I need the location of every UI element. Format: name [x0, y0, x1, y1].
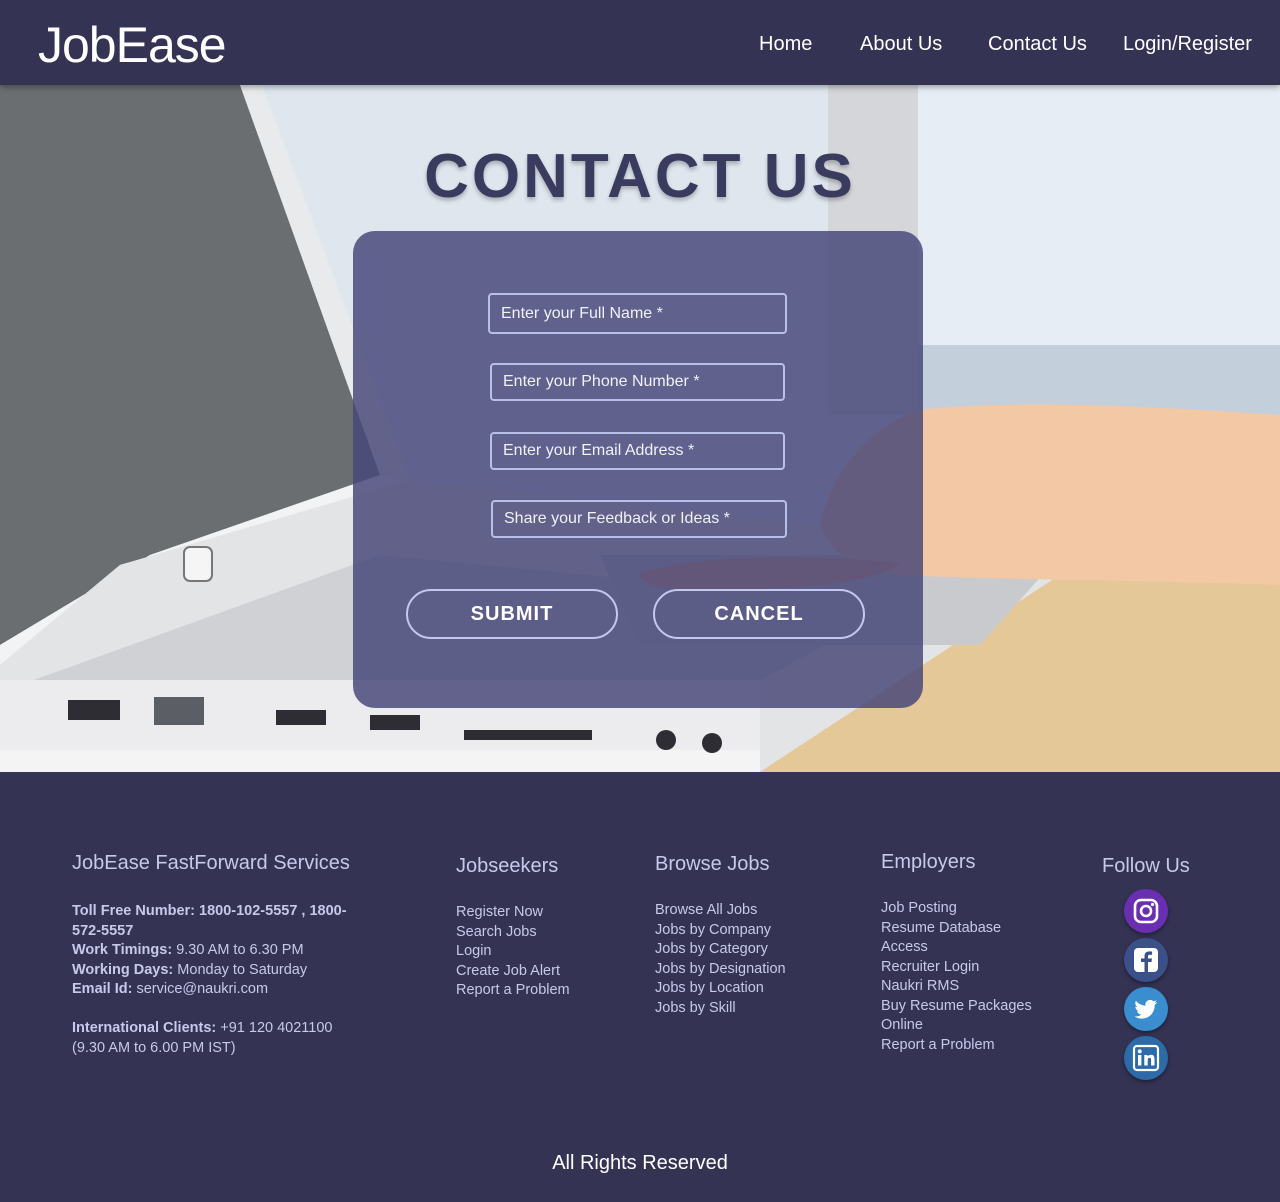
twitter-icon[interactable]	[1124, 987, 1168, 1031]
email-id-value[interactable]: service@naukri.com	[136, 981, 268, 997]
cancel-button[interactable]: CANCEL	[653, 589, 865, 639]
link-resume-database-access[interactable]: Resume Database Access	[881, 919, 1051, 958]
working-days-label: Working Days:	[72, 961, 174, 978]
feedback-input[interactable]	[491, 500, 787, 538]
link-jobs-by-designation[interactable]: Jobs by Designation	[655, 960, 786, 980]
facebook-icon[interactable]	[1124, 938, 1168, 982]
nav-about-us[interactable]: About Us	[860, 33, 942, 56]
link-report-problem-employers[interactable]: Report a Problem	[881, 1036, 1051, 1056]
jobseekers-links: Register Now Search Jobs Login Create Jo…	[456, 903, 570, 1001]
link-jobs-by-company[interactable]: Jobs by Company	[655, 921, 786, 941]
link-create-job-alert[interactable]: Create Job Alert	[456, 962, 570, 982]
link-jobs-by-skill[interactable]: Jobs by Skill	[655, 999, 786, 1019]
link-login[interactable]: Login	[456, 942, 570, 962]
hero-section: CONTACT US SUBMIT CANCEL	[0, 85, 1280, 772]
international-clients-value: +91 120 4021100	[220, 1020, 333, 1036]
phone-number-input[interactable]	[490, 363, 785, 401]
international-hours: (9.30 AM to 6.00 PM IST)	[72, 1039, 236, 1056]
link-naukri-rms[interactable]: Naukri RMS	[881, 977, 1051, 997]
contact-form-card: SUBMIT CANCEL	[353, 231, 923, 708]
browse-jobs-title: Browse Jobs	[655, 853, 770, 875]
link-report-problem-jobseekers[interactable]: Report a Problem	[456, 981, 570, 1001]
nav-contact-us[interactable]: Contact Us	[988, 33, 1087, 56]
instagram-icon[interactable]	[1124, 889, 1168, 933]
nav-home[interactable]: Home	[759, 33, 812, 56]
link-register-now[interactable]: Register Now	[456, 903, 570, 923]
site-logo[interactable]: JobEase	[38, 16, 227, 74]
link-search-jobs[interactable]: Search Jobs	[456, 923, 570, 943]
international-clients-label: International Clients:	[72, 1020, 217, 1036]
link-jobs-by-location[interactable]: Jobs by Location	[655, 979, 786, 999]
site-footer: JobEase FastForward Services Toll Free N…	[0, 772, 1280, 1202]
site-header: JobEase Home About Us Contact Us Login/R…	[0, 0, 1280, 85]
facebook-glyph	[1134, 948, 1158, 972]
services-title: JobEase FastForward Services	[72, 852, 350, 874]
toll-free-label: Toll Free Number: 1800-102-5557 , 1800-5…	[72, 903, 347, 939]
jobseekers-title: Jobseekers	[456, 855, 559, 877]
services-info: Toll Free Number: 1800-102-5557 , 1800-5…	[72, 902, 372, 1058]
link-job-posting[interactable]: Job Posting	[881, 899, 1051, 919]
employers-title: Employers	[881, 851, 976, 873]
link-jobs-by-category[interactable]: Jobs by Category	[655, 940, 786, 960]
twitter-glyph	[1134, 999, 1157, 1019]
linkedin-glyph	[1132, 1044, 1160, 1072]
full-name-input[interactable]	[488, 293, 787, 334]
employers-links: Job Posting Resume Database Access Recru…	[881, 899, 1051, 1055]
page-title: CONTACT US	[424, 142, 856, 211]
link-recruiter-login[interactable]: Recruiter Login	[881, 958, 1051, 978]
link-buy-resume-packages[interactable]: Buy Resume Packages Online	[881, 997, 1051, 1036]
working-days-value: Monday to Saturday	[177, 961, 308, 978]
instagram-glyph	[1133, 898, 1159, 924]
browse-jobs-links: Browse All Jobs Jobs by Company Jobs by …	[655, 901, 786, 1018]
work-timings-label: Work Timings:	[72, 942, 173, 958]
nav-login-register[interactable]: Login/Register	[1123, 33, 1252, 56]
follow-us-title: Follow Us	[1102, 855, 1190, 877]
linkedin-icon[interactable]	[1124, 1036, 1168, 1080]
work-timings-value: 9.30 AM to 6.30 PM	[176, 942, 304, 958]
link-browse-all-jobs[interactable]: Browse All Jobs	[655, 901, 786, 921]
copyright-text: All Rights Reserved	[552, 1152, 728, 1174]
submit-button[interactable]: SUBMIT	[406, 589, 618, 639]
email-id-label: Email Id:	[72, 981, 133, 997]
email-address-input[interactable]	[490, 432, 785, 470]
